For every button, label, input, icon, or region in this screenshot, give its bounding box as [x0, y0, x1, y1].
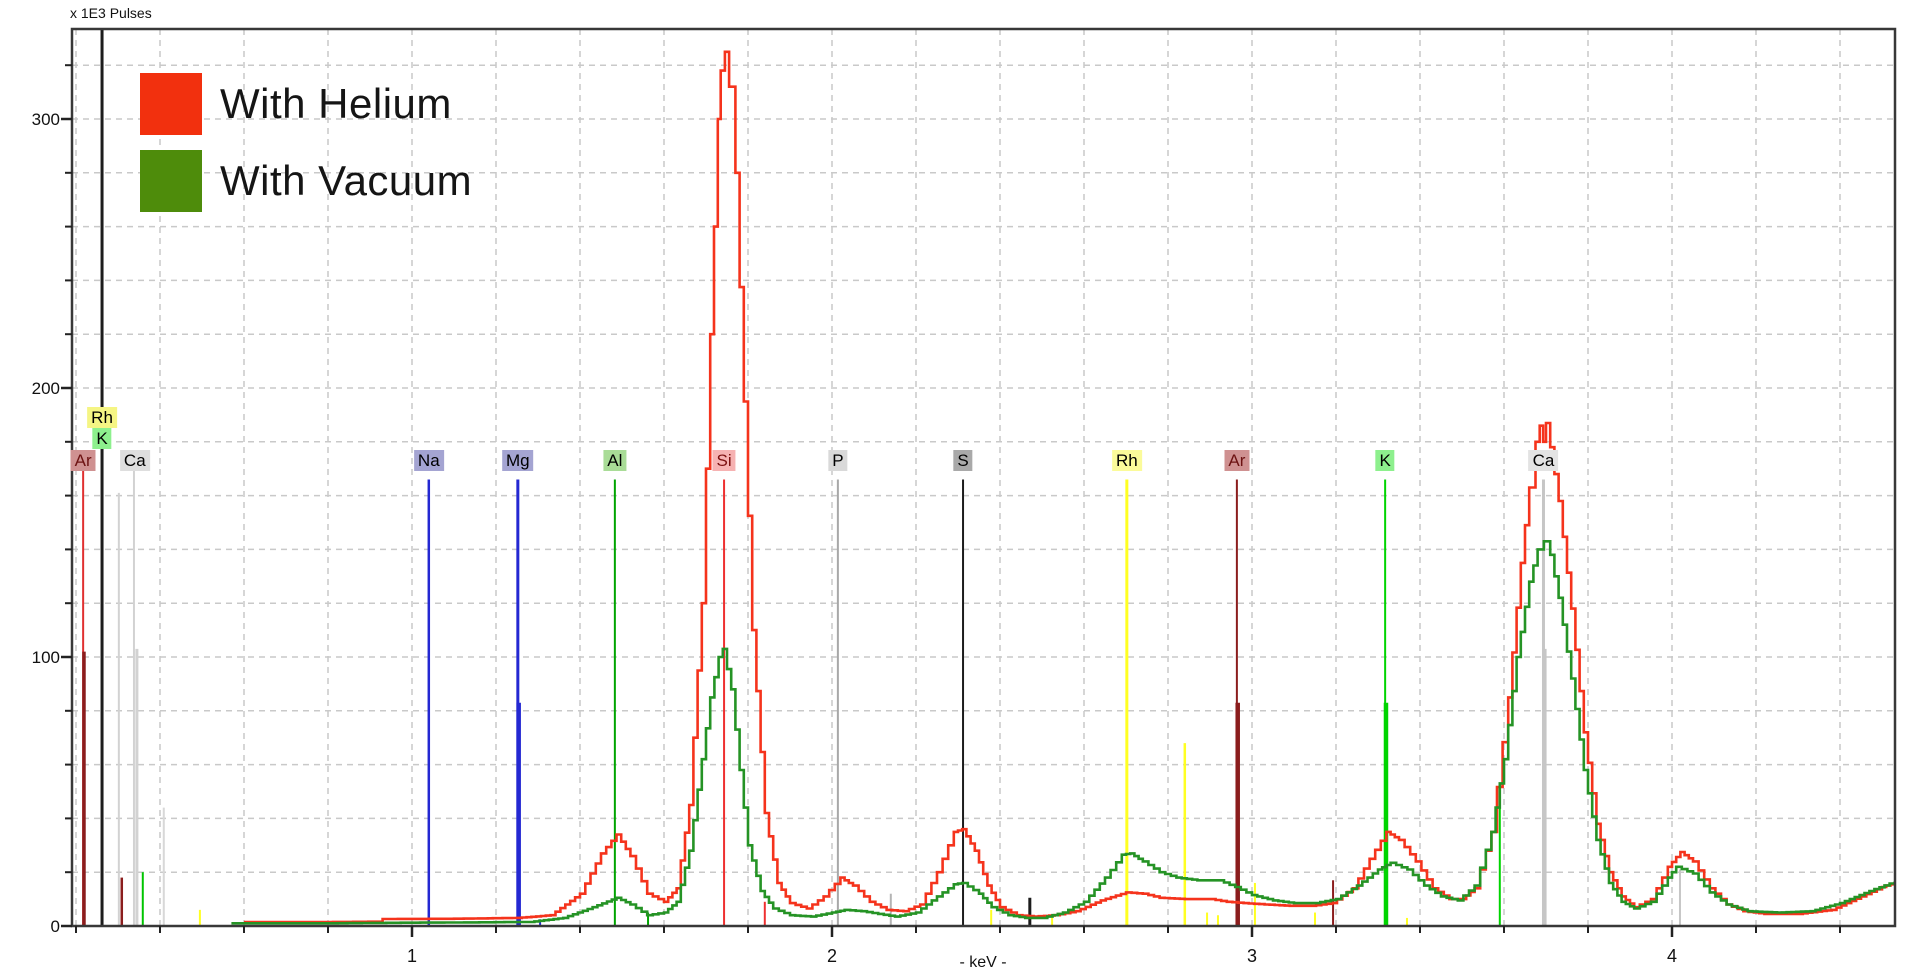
y-tick-label-300: 300 — [32, 110, 60, 129]
y-tick-label-0: 0 — [51, 917, 60, 936]
series-path-with-vacuum — [231, 541, 1894, 923]
spectrum-plot-area[interactable]: 1 2 3 4 0 100 200 300 — [0, 0, 1920, 980]
x-tick-label-1: 1 — [407, 946, 417, 966]
plot-border — [72, 29, 1895, 926]
y-tick-label-100: 100 — [32, 648, 60, 667]
xrf-spectrum-window: 12340100200300 x 1E3 Pulses With Helium … — [0, 0, 1920, 980]
x-tick-label-4: 4 — [1667, 946, 1677, 966]
y-tick-label-200: 200 — [32, 379, 60, 398]
x-tick-label-3: 3 — [1247, 946, 1257, 966]
series-path-with-helium — [244, 52, 1895, 922]
x-tick-label-2: 2 — [827, 946, 837, 966]
